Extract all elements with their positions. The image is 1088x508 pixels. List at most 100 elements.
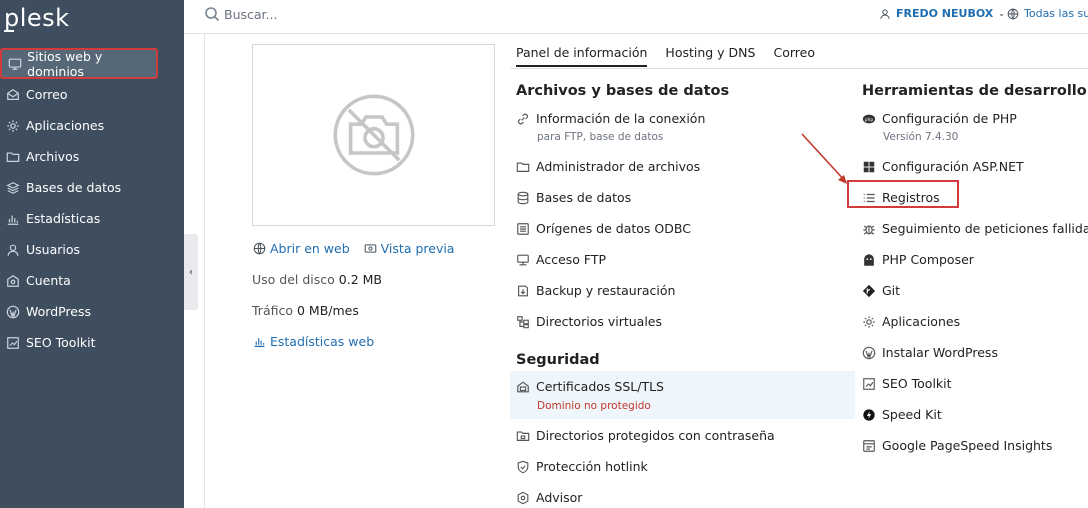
- backup-icon: [515, 283, 531, 299]
- link-icon: [515, 111, 531, 127]
- user-name: FREDO NEUBOX: [896, 7, 994, 20]
- tab-hosting-dns[interactable]: Hosting y DNS: [665, 45, 755, 67]
- sidebar-item-users[interactable]: Usuarios: [0, 234, 184, 265]
- sidebar-item-websites[interactable]: Sitios web y dominios: [0, 48, 158, 79]
- advisor-label: Advisor: [536, 490, 583, 505]
- applications-link[interactable]: Aplicaciones: [861, 314, 960, 330]
- advisor-icon: [515, 490, 531, 506]
- odbc-link[interactable]: Orígenes de datos ODBC: [515, 221, 691, 237]
- certificate-icon: [515, 379, 531, 395]
- files-databases-title: Archivos y bases de datos: [516, 83, 730, 99]
- sidebar: plesk Sitios web y dominios Correo Aplic…: [0, 0, 184, 508]
- protected-directories-link[interactable]: Directorios protegidos con contraseña: [515, 428, 775, 444]
- folder-icon: [515, 159, 531, 175]
- database-icon: [5, 180, 21, 196]
- mail-icon: [5, 87, 21, 103]
- logs-highlight-box: [847, 180, 959, 208]
- gear-icon: [5, 118, 21, 134]
- failed-requests-link[interactable]: Seguimiento de peticiones fallidas: [861, 221, 1088, 237]
- seo-toolkit-label: SEO Toolkit: [882, 376, 952, 391]
- file-manager-link[interactable]: Administrador de archivos: [515, 159, 700, 175]
- odbc-icon: [515, 221, 531, 237]
- seo-toolkit-link[interactable]: SEO Toolkit: [861, 376, 952, 392]
- user-icon: [5, 242, 21, 258]
- php-composer-label: PHP Composer: [882, 252, 974, 267]
- hotlink-protection-link[interactable]: Protección hotlink: [515, 459, 648, 475]
- traffic-label: Tráfico: [252, 303, 293, 318]
- databases-link[interactable]: Bases de datos: [515, 190, 631, 206]
- collapse-sidebar-button[interactable]: ‹: [184, 234, 198, 310]
- sidebar-item-label: Cuenta: [26, 273, 71, 288]
- databases-label: Bases de datos: [536, 190, 632, 205]
- windows-icon: [861, 159, 877, 175]
- git-icon: [861, 283, 877, 299]
- user-menu[interactable]: FREDO NEUBOX ⌄: [879, 7, 1005, 20]
- subscriptions-label: Todas las sus: [1024, 7, 1088, 20]
- bar-chart-icon: [254, 338, 265, 347]
- php-version: Versión 7.4.30: [883, 131, 959, 143]
- web-statistics-link[interactable]: Estadísticas web: [253, 334, 374, 349]
- seo-icon: [861, 376, 877, 392]
- sidebar-item-databases[interactable]: Bases de datos: [0, 172, 184, 203]
- folder-icon: [5, 149, 21, 165]
- preview-link[interactable]: Vista previa: [364, 241, 455, 256]
- install-wordpress-link[interactable]: Instalar WordPress: [861, 345, 998, 361]
- php-composer-link[interactable]: PHP Composer: [861, 252, 974, 268]
- sidebar-item-mail[interactable]: Correo: [0, 79, 184, 110]
- traffic: Tráfico 0 MB/mes: [252, 303, 359, 318]
- tree-icon: [515, 314, 531, 330]
- preview-label: Vista previa: [380, 241, 455, 256]
- protected-directories-label: Directorios protegidos con contraseña: [536, 428, 775, 443]
- disk-usage-label: Uso del disco: [252, 272, 335, 287]
- connection-info-link[interactable]: Información de la conexión: [515, 111, 705, 127]
- ftp-access-label: Acceso FTP: [536, 252, 607, 267]
- site-preview[interactable]: [252, 44, 495, 226]
- seo-icon: [5, 335, 21, 351]
- dev-tools-title: Herramientas de desarrollo: [862, 83, 1087, 99]
- chevron-down-icon: ⌄: [998, 9, 1005, 18]
- open-in-web-link[interactable]: Abrir en web: [253, 241, 350, 256]
- sidebar-item-account[interactable]: Cuenta: [0, 265, 184, 296]
- speed-kit-icon: [861, 407, 877, 423]
- sidebar-item-seo-toolkit[interactable]: SEO Toolkit: [0, 327, 184, 358]
- plesk-logo[interactable]: plesk: [4, 4, 70, 32]
- sidebar-item-label: Aplicaciones: [26, 118, 105, 133]
- ftp-access-link[interactable]: Acceso FTP: [515, 252, 606, 268]
- sidebar-item-wordpress[interactable]: WordPress: [0, 296, 184, 327]
- security-title: Seguridad: [516, 352, 600, 368]
- ssl-certificates-link[interactable]: Certificados SSL/TLS: [515, 379, 664, 395]
- file-manager-label: Administrador de archivos: [536, 159, 701, 174]
- preview-links: Abrir en web Vista previa: [253, 241, 454, 256]
- sidebar-item-applications[interactable]: Aplicaciones: [0, 110, 184, 141]
- aspnet-settings-link[interactable]: Configuración ASP.NET: [861, 159, 1024, 175]
- user-icon: [880, 8, 890, 19]
- database-icon: [515, 190, 531, 206]
- tab-mail[interactable]: Correo: [773, 45, 815, 67]
- applications-label: Aplicaciones: [882, 314, 961, 329]
- connection-info-label: Información de la conexión: [536, 111, 706, 126]
- backup-link[interactable]: Backup y restauración: [515, 283, 675, 299]
- ssl-status: Dominio no protegido: [537, 400, 651, 412]
- sidebar-item-files[interactable]: Archivos: [0, 141, 184, 172]
- logo-underline: [4, 30, 14, 32]
- sidebar-item-label: Bases de datos: [26, 180, 122, 195]
- subscriptions-menu[interactable]: Todas las sus: [1007, 7, 1088, 20]
- virtual-directories-link[interactable]: Directorios virtuales: [515, 314, 662, 330]
- sidebar-item-label: SEO Toolkit: [26, 335, 96, 350]
- ftp-icon: [515, 252, 531, 268]
- pagespeed-link[interactable]: Google PageSpeed Insights: [861, 438, 1052, 454]
- bug-icon: [861, 221, 877, 237]
- git-link[interactable]: Git: [861, 283, 900, 299]
- php-settings-link[interactable]: php Configuración de PHP: [861, 111, 1017, 127]
- wordpress-icon: [861, 345, 877, 361]
- tab-dashboard[interactable]: Panel de información: [516, 45, 648, 67]
- odbc-label: Orígenes de datos ODBC: [536, 221, 691, 236]
- sidebar-item-statistics[interactable]: Estadísticas: [0, 203, 184, 234]
- search-input[interactable]: [224, 5, 464, 23]
- sidebar-item-label: Usuarios: [26, 242, 81, 257]
- svg-text:php: php: [865, 117, 874, 123]
- hotlink-protection-label: Protección hotlink: [536, 459, 648, 474]
- php-icon: php: [861, 111, 877, 127]
- advisor-link[interactable]: Advisor: [515, 490, 582, 506]
- speed-kit-link[interactable]: Speed Kit: [861, 407, 942, 423]
